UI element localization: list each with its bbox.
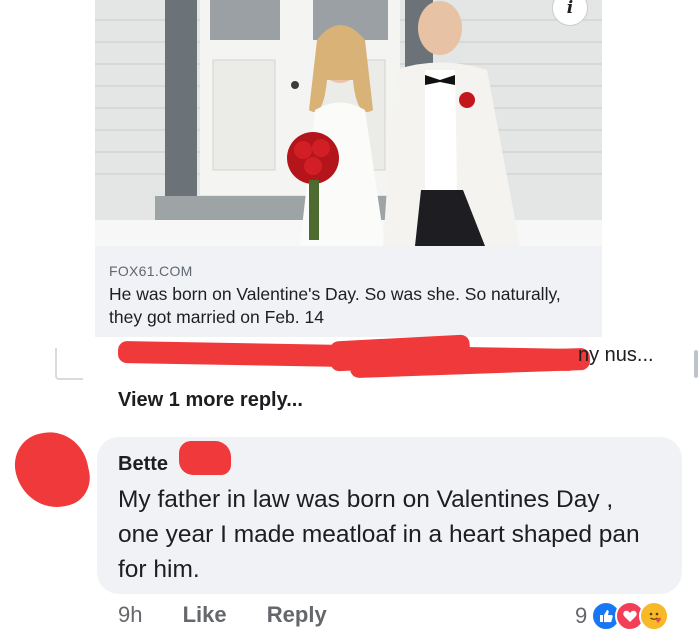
reply-button[interactable]: Reply xyxy=(267,602,327,628)
redaction-mark xyxy=(179,441,231,475)
like-button[interactable]: Like xyxy=(183,602,227,628)
link-preview-photo[interactable]: i xyxy=(95,0,602,246)
reply-preview-text: ny nus... xyxy=(578,344,654,366)
link-title[interactable]: He was born on Valentine's Day. So was s… xyxy=(109,283,588,329)
care-icon xyxy=(639,601,670,631)
reaction-count: 9 xyxy=(575,603,588,628)
thread-connector xyxy=(55,348,83,380)
comment-actions: 9h Like Reply xyxy=(118,602,327,628)
comment-bubble[interactable]: Bette My father in law was born on Valen… xyxy=(97,437,682,594)
avatar[interactable] xyxy=(8,425,96,515)
link-source: FOX61.COM xyxy=(109,263,193,279)
redaction-mark xyxy=(8,425,96,515)
comment-author[interactable]: Bette xyxy=(118,453,168,476)
comment-text: My father in law was born on Valentines … xyxy=(118,486,640,583)
scrollbar[interactable] xyxy=(694,350,698,378)
view-more-replies-link[interactable]: View 1 more reply... xyxy=(118,389,303,412)
comment-timestamp[interactable]: 9h xyxy=(118,602,142,628)
reaction-summary[interactable]: 9 xyxy=(575,599,670,633)
wedding-photo xyxy=(95,0,602,246)
shared-link-card[interactable]: i FOX61.COM He was born on Valentine's D… xyxy=(95,0,602,337)
collapsed-reply-preview[interactable]: ny nus... xyxy=(0,334,700,390)
